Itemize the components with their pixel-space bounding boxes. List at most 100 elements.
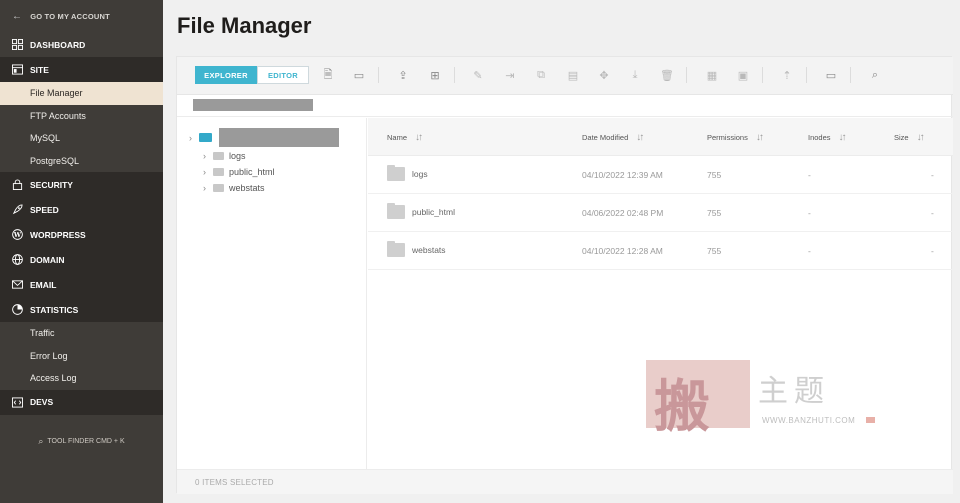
upload-folder-icon[interactable]: ⊞ — [429, 68, 441, 82]
go-to-account-link[interactable]: ← GO TO MY ACCOUNT — [0, 0, 163, 32]
sidebar-item-label: SECURITY — [30, 179, 73, 190]
sidebar-item-email[interactable]: EMAIL — [0, 272, 163, 297]
permissions-icon[interactable]: ⇡ — [781, 68, 793, 82]
permissions-cell: 755 — [707, 170, 722, 180]
chevron-right-icon[interactable]: › — [203, 167, 213, 177]
new-window-icon[interactable]: ▭ — [353, 68, 365, 82]
clipboard-icon[interactable]: ▤ — [567, 68, 579, 82]
sidebar-subitem-mysql[interactable]: MySQL — [0, 127, 163, 150]
sidebar-subitem-access-log[interactable]: Access Log — [0, 367, 163, 390]
tree-item-label: logs — [229, 151, 246, 161]
arrow-left-icon: ← — [12, 10, 23, 22]
sort-icon[interactable]: ↓↑ — [636, 132, 644, 143]
sidebar-subitem-postgresql[interactable]: PostgreSQL — [0, 150, 163, 173]
move-icon[interactable]: ✥ — [598, 68, 610, 82]
folder-icon — [199, 133, 212, 142]
go-to-account-label: GO TO MY ACCOUNT — [30, 11, 110, 21]
sidebar-item-site[interactable]: SITE — [0, 57, 163, 82]
new-file-icon[interactable]: 🗎 — [322, 68, 334, 82]
sidebar-item-label: DEVS — [30, 397, 54, 407]
size-cell: - — [931, 208, 934, 218]
table-row[interactable]: webstats 04/10/2022 12:28 AM 755 - - — [368, 232, 953, 270]
site-icon — [12, 64, 23, 75]
sidebar-subitem-file-manager[interactable]: File Manager — [0, 82, 163, 105]
watermark-url: WWW.BANZHUTI.COM — [762, 416, 856, 425]
page-title: File Manager — [177, 13, 312, 38]
tree-item-logs[interactable]: › logs — [203, 148, 246, 164]
sidebar-item-devs[interactable]: DEVS — [0, 389, 163, 415]
sidebar: ← GO TO MY ACCOUNT DASHBOARD SITE File M… — [0, 0, 163, 503]
toolbar: EXPLORER EDITOR 🗎 ▭ ⇪ ⊞ ✎ ⇥ ⧉ ▤ ✥ ⤓ 🗑 ▦ … — [177, 57, 953, 95]
tab-explorer[interactable]: EXPLORER — [195, 66, 257, 84]
svg-text:W: W — [13, 231, 22, 239]
copy-icon[interactable]: ⧉ — [535, 68, 547, 82]
sidebar-item-domain[interactable]: DOMAIN — [0, 247, 163, 272]
download-icon[interactable]: ⤓ — [629, 68, 641, 82]
sort-icon[interactable]: ↓↑ — [756, 132, 764, 143]
path-bar[interactable] — [177, 95, 953, 117]
file-name: webstats — [412, 245, 446, 255]
date-cell: 04/10/2022 12:28 AM — [582, 246, 663, 256]
search-icon[interactable]: ⌕ — [869, 68, 881, 82]
extract-icon[interactable]: ▣ — [737, 68, 749, 82]
globe-icon — [12, 254, 23, 265]
column-size[interactable]: Size ↓↑ — [894, 132, 925, 143]
inodes-cell: - — [808, 170, 811, 180]
folder-icon — [387, 165, 405, 181]
file-name-cell: logs — [387, 165, 428, 181]
chevron-right-icon[interactable]: › — [203, 183, 213, 193]
tab-editor[interactable]: EDITOR — [257, 66, 309, 84]
column-size-label: Size — [894, 133, 909, 142]
upload-file-icon[interactable]: ⇪ — [397, 68, 409, 82]
delete-icon[interactable]: 🗑 — [660, 68, 674, 82]
sidebar-item-dashboard[interactable]: DASHBOARD — [0, 32, 163, 57]
watermark-dot — [866, 417, 875, 423]
sidebar-subitem-label: File Manager — [30, 88, 83, 99]
sidebar-subitem-error-log[interactable]: Error Log — [0, 345, 163, 368]
view-tabs: EXPLORER EDITOR — [195, 66, 309, 84]
sidebar-item-label: SPEED — [30, 204, 59, 215]
sidebar-item-wordpress[interactable]: W WORDPRESS — [0, 222, 163, 247]
archive-icon[interactable]: ▦ — [706, 68, 718, 82]
permissions-cell: 755 — [707, 208, 722, 218]
sort-icon[interactable]: ↓↑ — [415, 132, 423, 143]
watermark-text: 主题 — [758, 374, 830, 409]
sort-icon[interactable]: ↓↑ — [917, 132, 925, 143]
tree-item-public-html[interactable]: › public_html — [203, 164, 275, 180]
column-permissions[interactable]: Permissions ↓↑ — [707, 132, 764, 143]
sidebar-subitem-ftp-accounts[interactable]: FTP Accounts — [0, 105, 163, 128]
column-name[interactable]: Name ↓↑ — [387, 132, 423, 143]
pie-icon — [12, 304, 23, 315]
sidebar-item-label: EMAIL — [30, 279, 57, 290]
sort-icon[interactable]: ↓↑ — [839, 132, 847, 143]
table-header: Name ↓↑ Date Modified ↓↑ Permissions ↓↑ Ino… — [368, 118, 953, 156]
chevron-right-icon[interactable]: › — [189, 133, 199, 143]
grid-icon — [12, 39, 23, 50]
column-date[interactable]: Date Modified ↓↑ — [582, 132, 644, 143]
inodes-cell: - — [808, 246, 811, 256]
column-inodes[interactable]: Inodes ↓↑ — [808, 132, 847, 143]
sidebar-item-statistics[interactable]: STATISTICS — [0, 297, 163, 322]
sidebar-subitem-label: MySQL — [30, 133, 61, 144]
folder-tree: › › logs › public_html › webstats — [177, 118, 367, 469]
file-name-cell: webstats — [387, 241, 446, 257]
sidebar-subitem-label: Traffic — [30, 328, 55, 339]
sidebar-item-label: DASHBOARD — [30, 39, 86, 50]
folder-view-icon[interactable]: ▭ — [825, 68, 837, 82]
chevron-right-icon[interactable]: › — [203, 151, 213, 161]
sidebar-item-speed[interactable]: SPEED — [0, 197, 163, 222]
redacted-path — [193, 99, 313, 111]
sidebar-item-label: WORDPRESS — [30, 229, 86, 240]
sidebar-item-security[interactable]: SECURITY — [0, 172, 163, 197]
rename-icon[interactable]: ⇥ — [504, 68, 516, 82]
tree-item-webstats[interactable]: › webstats — [203, 180, 265, 196]
edit-icon[interactable]: ✎ — [472, 68, 484, 82]
column-permissions-label: Permissions — [707, 133, 748, 142]
tool-finder[interactable]: ⌕ TOOL FINDER CMD + K — [0, 436, 163, 447]
sidebar-subitem-traffic[interactable]: Traffic — [0, 322, 163, 345]
tree-root[interactable]: › — [189, 128, 339, 147]
code-icon — [12, 396, 23, 408]
table-row[interactable]: logs 04/10/2022 12:39 AM 755 - - — [368, 156, 953, 194]
table-row[interactable]: public_html 04/06/2022 02:48 PM 755 - - — [368, 194, 953, 232]
search-icon: ⌕ — [38, 436, 44, 446]
